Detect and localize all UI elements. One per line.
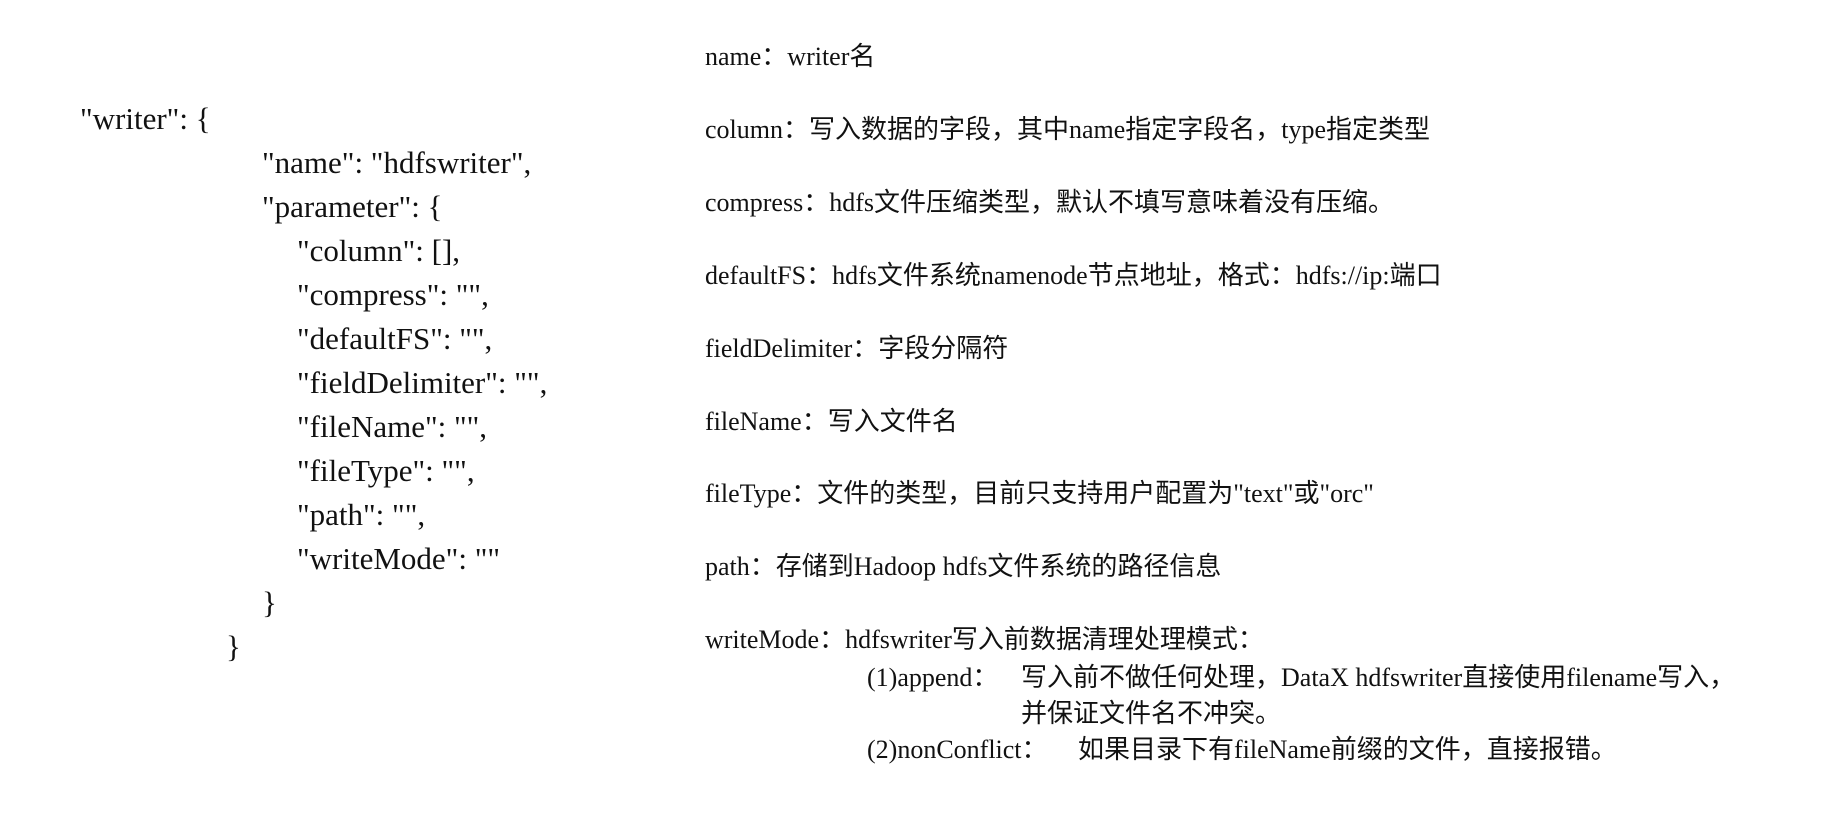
desc-writemode: writeMode：hdfswriter写入前数据清理处理模式： — [705, 625, 1264, 654]
code-line: "fileType": "", — [297, 453, 475, 488]
nonconflict-text: 如果目录下有fileName前缀的文件，直接报错。 — [1078, 735, 1617, 764]
code-line: "fieldDelimiter": "", — [297, 365, 548, 400]
desc-filename: fileName：写入文件名 — [705, 407, 958, 436]
code-line: "compress": "", — [297, 277, 489, 312]
append-text: 写入前不做任何处理，DataX hdfswriter直接使用filename写入… — [1021, 663, 1736, 692]
code-line: } — [262, 585, 277, 620]
desc-defaultfs: defaultFS：hdfs文件系统namenode节点地址，格式：hdfs:/… — [705, 261, 1442, 290]
desc-compress: compress：hdfs文件压缩类型，默认不填写意味着没有压缩。 — [705, 188, 1394, 217]
desc-filetype: fileType：文件的类型，目前只支持用户配置为"text"或"orc" — [705, 479, 1374, 508]
desc-path: path：存储到Hadoop hdfs文件系统的路径信息 — [705, 552, 1222, 581]
nonconflict-label: (2)nonConflict： — [867, 735, 1048, 764]
desc-column: column：写入数据的字段，其中name指定字段名，type指定类型 — [705, 115, 1431, 144]
desc-fielddelimiter: fieldDelimiter：字段分隔符 — [705, 334, 1009, 363]
code-line: "fileName": "", — [297, 409, 488, 444]
code-line: "column": [], — [297, 233, 461, 268]
code-line: "path": "", — [297, 497, 426, 532]
code-line: "writeMode": "" — [297, 541, 500, 576]
append-continuation: 并保证文件名不冲突。 — [1021, 699, 1282, 728]
desc-name: name：writer名 — [705, 42, 876, 71]
code-line: "writer": { — [80, 101, 211, 136]
append-label: (1)append： — [867, 663, 999, 692]
code-line: } — [226, 629, 241, 664]
code-line: "name": "hdfswriter", — [262, 145, 532, 180]
code-line: "parameter": { — [262, 189, 443, 224]
code-line: "defaultFS": "", — [297, 321, 493, 356]
